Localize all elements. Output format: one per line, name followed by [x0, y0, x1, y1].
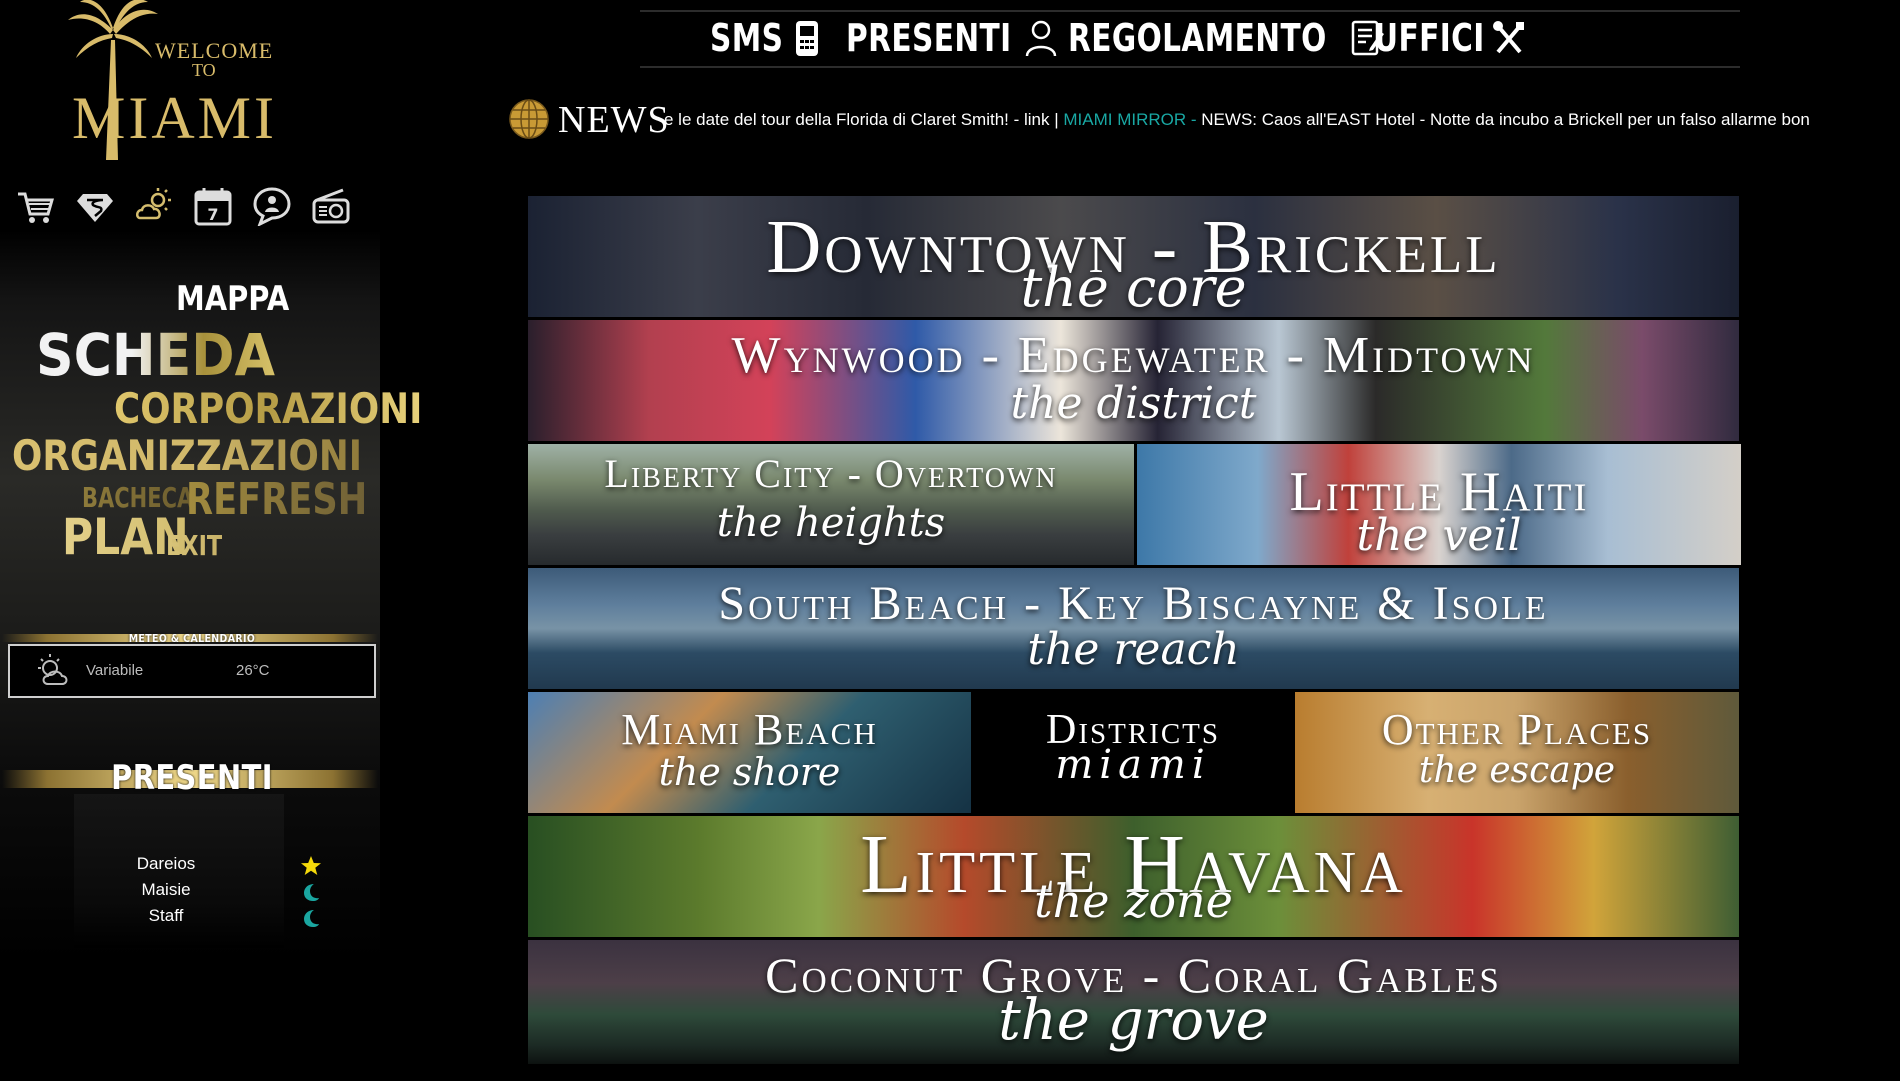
district-other-places[interactable]: Other Places the escape [1295, 692, 1739, 813]
district-miami-beach[interactable]: Miami Beach the shore [528, 692, 971, 813]
news-ticker-text[interactable]: e le date del tour della Florida di Clar… [664, 110, 1900, 130]
logo-to-text: TO [192, 60, 216, 80]
news-ticker: NEWS e le date del tour della Florida di… [508, 96, 1900, 144]
district-little-havana[interactable]: Little Havana the zone [528, 816, 1739, 937]
district-liberty-city-overtown[interactable]: Liberty City - Overtown the heights [528, 444, 1134, 565]
presenti-user-row[interactable]: Maisie [60, 880, 319, 904]
presenti-user-row[interactable]: Staff [60, 906, 319, 930]
calendar-icon[interactable]: 7 [193, 184, 233, 228]
calendar-day-number: 7 [207, 205, 218, 224]
menu-refresh[interactable]: REFRESH [186, 478, 367, 522]
district-subtitle: the reach [1027, 624, 1240, 675]
menu-corporazioni[interactable]: CORPORAZIONI [114, 388, 422, 430]
district-title: Wynwood - Edgewater - Midtown [731, 327, 1536, 384]
chat-bubble-icon[interactable] [252, 184, 292, 228]
menu-mappa[interactable]: MAPPA [176, 282, 289, 316]
district-subtitle: the escape [1418, 750, 1616, 791]
district-subtitle: the grove [998, 988, 1269, 1053]
district-subtitle: the zone [1034, 874, 1233, 928]
tools-icon [1492, 21, 1524, 54]
district-title: Miami Beach [621, 705, 878, 754]
district-title: South Beach - Key Biscayne & Isole [718, 577, 1549, 630]
superman-shield-icon[interactable] [75, 184, 115, 228]
user-name[interactable]: Dareios [60, 854, 272, 874]
district-coconut-grove-coral-gables[interactable]: Coconut Grove - Coral Gables the grove [528, 940, 1739, 1064]
sidebar-toolbar: 7 [16, 184, 351, 228]
weather-condition: Variabile [86, 662, 144, 679]
news-text-a: e le date del tour della Florida di Clar… [664, 110, 1064, 129]
district-subtitle: the district [1010, 378, 1257, 429]
welcome-to-miami-logo[interactable]: WELCOME TO MIAMI [60, 0, 300, 165]
logo-miami-text: MIAMI [72, 85, 277, 151]
weather-widget: Variabile 26°C [8, 644, 376, 698]
districts-label-subtitle: miami [1055, 742, 1211, 788]
nav-regolamento-label: REGOLAMENTO [1068, 16, 1327, 60]
globe-icon [509, 99, 549, 139]
moon-status-icon [304, 884, 319, 901]
news-source[interactable]: MIAMI MIRROR - [1063, 110, 1201, 129]
sun-cloud-icon[interactable] [134, 184, 174, 228]
user-name[interactable]: Maisie [60, 880, 272, 900]
district-little-haiti[interactable]: Little Haiti the veil [1137, 444, 1741, 565]
district-subtitle: the shore [658, 750, 841, 794]
user-name[interactable]: Staff [60, 906, 272, 926]
news-text-b: NEWS: Caos all'EAST Hotel - Notte da inc… [1201, 110, 1810, 129]
district-title: Other Places [1381, 705, 1653, 754]
nav-presenti[interactable]: PRESENTI [846, 16, 1058, 60]
mobile-phone-icon [796, 21, 819, 56]
district-wynwood-edgewater-midtown[interactable]: Wynwood - Edgewater - Midtown the distri… [528, 320, 1739, 441]
star-status-icon [301, 856, 321, 875]
district-subtitle: the core [1020, 256, 1247, 317]
radio-icon[interactable] [311, 184, 351, 228]
moon-status-icon [304, 910, 319, 927]
shopping-cart-icon[interactable] [16, 184, 56, 228]
menu-scheda[interactable]: SCHEDA [36, 326, 275, 384]
variable-weather-icon [38, 654, 68, 685]
news-label: NEWS [558, 99, 670, 141]
nav-presenti-label: PRESENTI [846, 16, 1012, 60]
district-subtitle: the veil [1356, 510, 1522, 561]
menu-exit[interactable]: EXIT [166, 532, 222, 560]
district-subtitle: the heights [716, 500, 946, 546]
district-south-beach-key-biscayne[interactable]: South Beach - Key Biscayne & Isole the r… [528, 568, 1739, 689]
user-icon [1026, 20, 1057, 57]
top-navigation: SMS PRESENTI REGOLAMENTO UFFICI [640, 10, 1740, 68]
menu-organizzazioni[interactable]: ORGANIZZAZIONI [12, 435, 362, 477]
sidebar: WELCOME TO MIAMI 7 MAPPA SCHEDA CORPORAZ… [0, 0, 422, 1081]
nav-sms[interactable]: SMS [710, 16, 824, 60]
district-title: Liberty City - Overtown [604, 451, 1058, 496]
district-downtown-brickell[interactable]: Downtown - Brickell the core [528, 196, 1739, 317]
nav-sms-label: SMS [710, 16, 784, 60]
nav-uffici-label: UFFICI [1374, 16, 1485, 60]
nav-uffici[interactable]: UFFICI [1374, 16, 1526, 60]
weather-temperature: 26°C [236, 662, 270, 679]
presenti-user-row[interactable]: Dareios [60, 854, 321, 878]
nav-regolamento[interactable]: REGOLAMENTO [1068, 16, 1384, 60]
districts-miami-label: Districts miami [974, 692, 1292, 813]
presenti-title: PRESENTI [111, 758, 273, 798]
